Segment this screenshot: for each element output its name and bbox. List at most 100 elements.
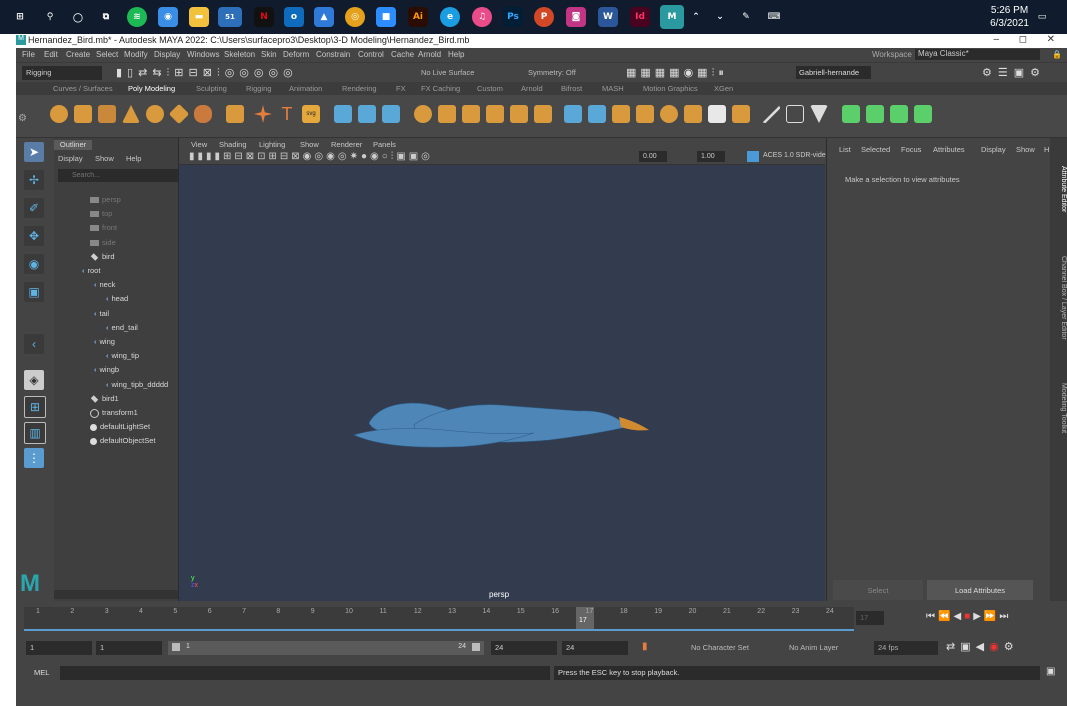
time-slider[interactable]: 17 1 2 3 4 5 6 7 8 9 10 11 12 13 14 15 16 17 18 19 20 21 22 23… <box>16 601 1067 635</box>
attr-menu-attributes[interactable]: Attributes <box>933 145 965 154</box>
outliner-menu-show[interactable]: Show <box>95 154 114 163</box>
type-icon[interactable]: T <box>278 105 296 123</box>
script-editor-icon[interactable]: ▣ <box>1046 666 1055 677</box>
viewport-canvas[interactable]: y zx persp <box>179 165 825 601</box>
poly-cone-icon[interactable] <box>122 105 140 123</box>
exposure-field[interactable]: 0.00 <box>639 151 667 162</box>
current-frame-field[interactable]: 17 <box>856 611 884 625</box>
playback-end-field[interactable]: 24 <box>491 641 557 655</box>
command-input[interactable] <box>60 666 550 680</box>
menu-control[interactable]: Control <box>358 50 384 59</box>
start-time-field[interactable]: 1 <box>26 641 92 655</box>
pen-icon[interactable]: ✎ <box>736 7 756 27</box>
stop-icon[interactable]: ■ <box>964 611 973 622</box>
shelf-tab-poly-modeling[interactable]: Poly Modeling <box>128 84 175 93</box>
poly-disc-icon[interactable] <box>194 105 212 123</box>
outliner-search-input[interactable] <box>58 169 190 182</box>
viewport-menu-shading[interactable]: Shading <box>219 140 247 149</box>
viewport-menu-show[interactable]: Show <box>300 140 319 149</box>
range-start-handle[interactable] <box>172 643 180 651</box>
viewport-menu-view[interactable]: View <box>191 140 207 149</box>
outliner-item[interactable]: ‹ wing_tip <box>106 351 139 360</box>
playback-options-icons[interactable]: ⇄▣◀◉⚙ <box>946 640 1019 653</box>
menu-set-select[interactable]: Rigging <box>22 66 102 80</box>
menu-modify[interactable]: Modify <box>124 50 148 59</box>
outliner-item[interactable]: front <box>90 223 117 232</box>
go-to-end-icon[interactable]: ⏭ <box>999 611 1011 622</box>
menu-arnold[interactable]: Arnold <box>418 50 441 59</box>
outliner-item[interactable]: ‹ wingb <box>94 365 119 374</box>
rotate-tool-icon[interactable]: ◉ <box>24 254 44 274</box>
attr-menu-focus[interactable]: Focus <box>901 145 921 154</box>
fps-select[interactable]: 24 fps <box>874 641 938 655</box>
attr-select-button[interactable]: Select <box>833 580 923 600</box>
user-account[interactable]: Gabriell-hernande <box>796 66 871 79</box>
minimize-button[interactable]: – <box>993 34 999 45</box>
step-back-key-icon[interactable]: ⏪ <box>938 611 953 622</box>
notification-icon[interactable]: ▭ <box>1032 7 1052 27</box>
lasso-tool-icon[interactable]: ✢ <box>24 170 44 190</box>
separate-icon[interactable] <box>358 105 376 123</box>
circularize-icon[interactable] <box>684 105 702 123</box>
menu-cache[interactable]: Cache <box>391 50 414 59</box>
append-icon[interactable] <box>534 105 552 123</box>
shelf-tab-rigging[interactable]: Rigging <box>246 84 271 93</box>
menu-constrain[interactable]: Constrain <box>316 50 350 59</box>
cortana-icon[interactable]: ○ <box>68 7 88 27</box>
attr-menu-show[interactable]: Show <box>1016 145 1035 154</box>
outliner-item[interactable]: top <box>90 209 112 218</box>
target-weld-icon[interactable] <box>588 105 606 123</box>
panel-toggle-icons[interactable]: ⚙☰▣⚙ <box>982 66 1046 79</box>
shelf-tab-rendering[interactable]: Rendering <box>342 84 377 93</box>
single-pane-icon[interactable]: ◈ <box>24 370 44 390</box>
gamma-field[interactable]: 1.00 <box>697 151 725 162</box>
windows-icon[interactable]: ⊞ <box>10 7 30 27</box>
step-back-icon[interactable]: ◀ <box>953 611 964 622</box>
attr-menu-help[interactable]: H <box>1044 145 1049 154</box>
color-space-field[interactable]: ACES 1.0 SDR-video ( <box>763 152 834 159</box>
uv-editor-icon[interactable] <box>842 105 860 123</box>
illustrator-icon[interactable]: Ai <box>408 7 428 27</box>
outlook-icon[interactable]: o <box>284 7 304 27</box>
poly-sphere-icon[interactable] <box>50 105 68 123</box>
fill-hole-icon[interactable] <box>510 105 528 123</box>
photoshop-icon[interactable]: Ps <box>503 7 523 27</box>
menu-file[interactable]: File <box>22 50 35 59</box>
powerpoint-icon[interactable]: P <box>534 7 554 27</box>
menu-skeleton[interactable]: Skeleton <box>224 50 255 59</box>
attr-menu-list[interactable]: List <box>839 145 851 154</box>
keyboard-icon[interactable]: ⌨ <box>764 7 784 27</box>
uv-snapshot-icon[interactable] <box>890 105 908 123</box>
menu-help[interactable]: Help <box>448 50 464 59</box>
viewport-menu-panels[interactable]: Panels <box>373 140 396 149</box>
move-tool-icon[interactable]: ✥ <box>24 226 44 246</box>
texel-icon[interactable] <box>914 105 932 123</box>
play-icon[interactable]: ▶ <box>973 611 984 622</box>
outliner-item[interactable]: ‹ neck <box>94 280 115 289</box>
menu-create[interactable]: Create <box>66 50 90 59</box>
tab-modeling-toolkit[interactable]: Modeling Toolkit <box>1050 363 1067 453</box>
bird-model[interactable] <box>179 165 825 601</box>
workspace-select[interactable]: Maya Classic* <box>915 49 1040 60</box>
attr-menu-selected[interactable]: Selected <box>861 145 890 154</box>
end-time-field[interactable]: 24 <box>562 641 628 655</box>
outliner-item[interactable]: ‹ tail <box>94 309 109 318</box>
maximize-button[interactable]: ◻ <box>1019 34 1027 45</box>
bridge-icon[interactable] <box>462 105 480 123</box>
render-icons[interactable]: ▦▦▦▦◉▦⫶⏸ <box>626 66 786 80</box>
shelf-tab-motion-graphics[interactable]: Motion Graphics <box>643 84 698 93</box>
maya-icon[interactable]: M <box>660 5 684 29</box>
shelf-tab-xgen[interactable]: XGen <box>714 84 733 93</box>
outliner-item[interactable]: ‹ head <box>106 294 128 303</box>
close-button[interactable]: ✕ <box>1047 34 1055 45</box>
shelf-tab-sculpting[interactable]: Sculpting <box>196 84 227 93</box>
outliner-item[interactable]: ‹ wing_tipb_ddddd <box>106 380 168 389</box>
outliner-item[interactable]: defaultObjectSet <box>90 436 155 445</box>
lock-icon[interactable]: 🔒 <box>1052 50 1062 59</box>
shelf-tab-mash[interactable]: MASH <box>602 84 624 93</box>
cut-uv-icon[interactable] <box>732 105 750 123</box>
chrome-icon[interactable]: ◎ <box>345 7 365 27</box>
outliner-item[interactable]: side <box>90 238 116 247</box>
range-bar[interactable]: 1 24 <box>168 641 484 655</box>
keyframe-icon[interactable]: ▮ <box>642 641 648 652</box>
